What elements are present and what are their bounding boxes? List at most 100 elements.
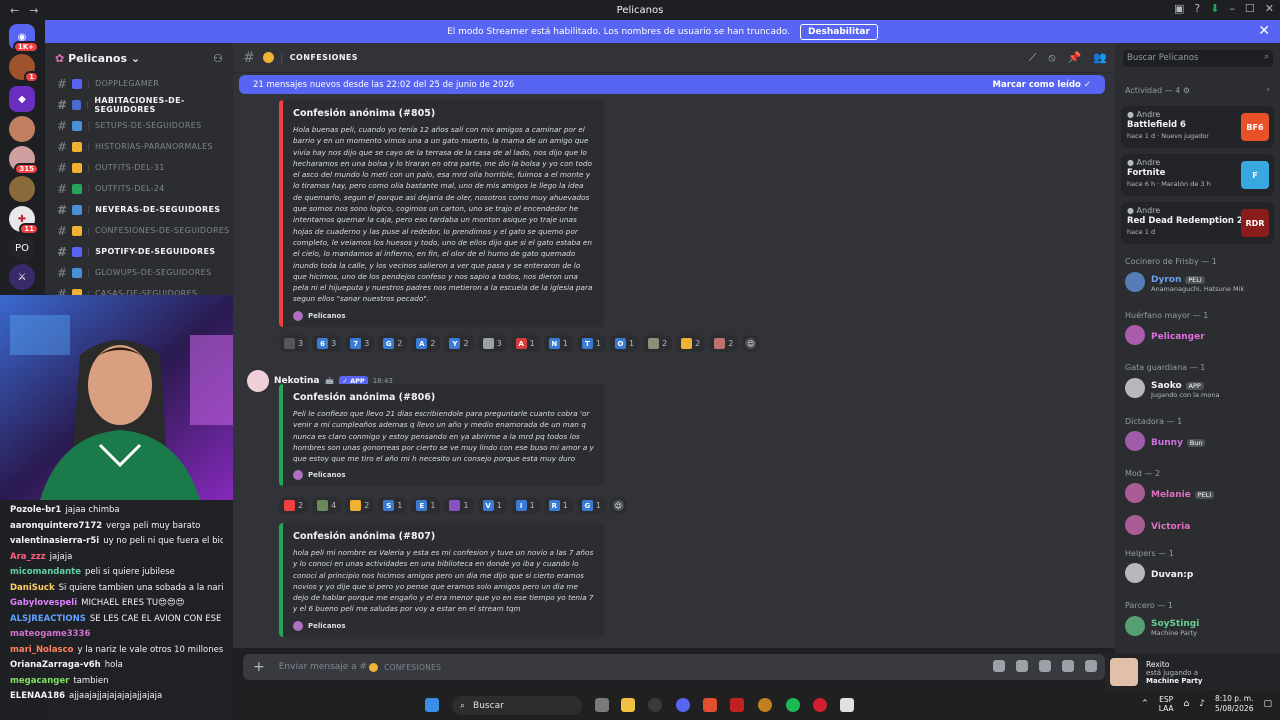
- activity-card[interactable]: ● Andre Fortnite hace 6 h · Maratón de 3 h…: [1121, 154, 1274, 196]
- reaction-chip[interactable]: 4: [312, 497, 342, 514]
- gear-icon[interactable]: ⚙: [1183, 86, 1190, 95]
- spotify-icon[interactable]: [786, 698, 800, 712]
- sticker-icon[interactable]: [1039, 660, 1051, 672]
- member-item[interactable]: Victoria: [1125, 515, 1190, 535]
- channel-item[interactable]: # | CONFESIONES-DE-SEGUIDORES: [45, 220, 233, 241]
- discord-icon[interactable]: [676, 698, 690, 712]
- gift-icon[interactable]: [993, 660, 1005, 672]
- reaction-chip[interactable]: O1: [609, 335, 640, 352]
- chat-username[interactable]: mateogame3336: [10, 629, 90, 639]
- task-view-icon[interactable]: [595, 698, 609, 712]
- member-item[interactable]: Melanie PELI: [1125, 483, 1215, 503]
- chat-username[interactable]: ELENAA186: [10, 691, 65, 701]
- message-composer[interactable]: + Enviar mensaje a # CONFESIONES: [243, 654, 1105, 680]
- member-item[interactable]: SoyStingi Machine Party: [1125, 615, 1199, 637]
- member-search-input[interactable]: Buscar Pelicanos ⌕: [1123, 50, 1273, 67]
- channel-item[interactable]: # | DOPPLEGAMER: [45, 73, 233, 94]
- member-item[interactable]: Saoko APP Jugando con la mona: [1125, 377, 1219, 399]
- apps-icon[interactable]: [1085, 660, 1097, 672]
- reaction-chip[interactable]: 1: [444, 497, 474, 514]
- reaction-chip[interactable]: 2: [676, 335, 706, 352]
- taskbar-clock[interactable]: 8:10 p. m. 5/08/2026: [1215, 694, 1253, 714]
- reaction-chip[interactable]: A2: [411, 335, 441, 352]
- chat-username[interactable]: megacanger: [10, 676, 69, 686]
- help-icon[interactable]: ?: [1194, 2, 1200, 15]
- reaction-chip[interactable]: 2: [643, 335, 673, 352]
- app-icon[interactable]: [648, 698, 662, 712]
- add-reaction-button[interactable]: ☺: [742, 335, 760, 352]
- chat-username[interactable]: DaniSuck: [10, 583, 55, 593]
- reaction-chip[interactable]: G1: [576, 497, 606, 514]
- chat-username[interactable]: OrianaZarraga-v6h: [10, 660, 101, 670]
- download-icon[interactable]: ⬇: [1210, 2, 1219, 15]
- reaction-chip[interactable]: Y2: [444, 335, 474, 352]
- reaction-chip[interactable]: 2: [345, 497, 375, 514]
- channel-item[interactable]: # | SPOTIFY-DE-SEGUIDORES: [45, 241, 233, 262]
- attach-plus-icon[interactable]: +: [253, 659, 265, 675]
- channel-item[interactable]: # | OUTFITS-DEL-24: [45, 178, 233, 199]
- reaction-chip[interactable]: A1: [510, 335, 540, 352]
- app-icon[interactable]: [813, 698, 827, 712]
- member-item[interactable]: Pelicanger: [1125, 325, 1205, 345]
- reaction-chip[interactable]: 3: [477, 335, 507, 352]
- reaction-chip[interactable]: V1: [477, 497, 507, 514]
- reaction-chip[interactable]: S1: [378, 497, 408, 514]
- reaction-chip[interactable]: 3: [279, 335, 309, 352]
- server-header[interactable]: ✿ Pelicanos ⌄ ⚇: [45, 43, 233, 73]
- gif-icon[interactable]: [1016, 660, 1028, 672]
- chat-username[interactable]: micomandante: [10, 567, 81, 577]
- app-icon[interactable]: [840, 698, 854, 712]
- chat-username[interactable]: Ara_zzz: [10, 552, 46, 562]
- channel-item[interactable]: # | HABITACIONES-DE-SEGUIDORES: [45, 94, 233, 115]
- app-icon[interactable]: [730, 698, 744, 712]
- channel-item[interactable]: # | GLOWUPS-DE-SEGUIDORES: [45, 262, 233, 283]
- activity-popup[interactable]: Rexito está jugando a Machine Party: [1105, 653, 1280, 691]
- new-messages-bar[interactable]: 21 mensajes nuevos desde las 22:02 del 2…: [239, 75, 1105, 94]
- mute-bell-icon[interactable]: ⦸: [1048, 51, 1055, 65]
- server-icon[interactable]: ⚔: [9, 264, 35, 290]
- brave-icon[interactable]: [703, 698, 717, 712]
- avatar[interactable]: [247, 370, 269, 392]
- minimize-button[interactable]: –: [1229, 2, 1235, 15]
- channel-item[interactable]: # | SETUPS-DE-SEGUIDORES: [45, 115, 233, 136]
- reaction-chip[interactable]: E1: [411, 497, 441, 514]
- reaction-chip[interactable]: 73: [345, 335, 375, 352]
- tray-expand-icon[interactable]: ⌃: [1141, 699, 1149, 709]
- reaction-chip[interactable]: I1: [510, 497, 540, 514]
- server-icon[interactable]: ◆: [9, 86, 35, 112]
- app-icon[interactable]: [758, 698, 772, 712]
- member-item[interactable]: Dyron PELI Anamanaguchi, Hatsune Mik: [1125, 271, 1244, 293]
- channel-item[interactable]: # | OUTFITS-DEL-31: [45, 157, 233, 178]
- notification-icon[interactable]: ▢: [1263, 699, 1272, 709]
- activity-card[interactable]: ● Andre Battlefield 6 hace 1 d · Nuevo jug…: [1121, 106, 1274, 148]
- member-item[interactable]: Duvan:p: [1125, 563, 1193, 583]
- server-icon[interactable]: [9, 176, 35, 202]
- reaction-chip[interactable]: 2: [279, 497, 309, 514]
- windows-start-icon[interactable]: [425, 698, 439, 712]
- taskbar-search[interactable]: ⌕ Buscar: [452, 696, 582, 715]
- server-icon-po[interactable]: PO: [9, 235, 35, 261]
- reaction-chip[interactable]: G2: [378, 335, 408, 352]
- volume-icon[interactable]: ♪: [1199, 699, 1205, 709]
- server-icon[interactable]: 1: [9, 54, 39, 83]
- threads-icon[interactable]: ⟋: [1029, 51, 1037, 65]
- member-list-icon[interactable]: 👥: [1093, 51, 1107, 65]
- reaction-chip[interactable]: T1: [576, 335, 606, 352]
- chat-username[interactable]: valentinasierra-r5i: [10, 536, 99, 546]
- home-icon[interactable]: ◉ 1K+: [9, 24, 39, 53]
- server-icon[interactable]: 315: [9, 146, 39, 175]
- reaction-chip[interactable]: 2: [709, 335, 739, 352]
- channel-item[interactable]: # | HISTORIAS-PARANORMALES: [45, 136, 233, 157]
- channel-item[interactable]: # | NEVERAS-DE-SEGUIDORES: [45, 199, 233, 220]
- network-icon[interactable]: ⌂: [1184, 699, 1190, 709]
- reaction-chip[interactable]: R1: [543, 497, 573, 514]
- activity-card[interactable]: ● Andre Red Dead Redemption 2 hace 1 d RDR: [1121, 202, 1274, 244]
- server-icon[interactable]: ✚ 11: [9, 206, 39, 235]
- chat-username[interactable]: ALSJREACTIONS: [10, 614, 86, 624]
- emoji-icon[interactable]: [1062, 660, 1074, 672]
- disable-streamer-button[interactable]: Deshabilitar: [799, 23, 878, 40]
- reaction-chip[interactable]: 63: [312, 335, 342, 352]
- language-indicator[interactable]: ESP LAA: [1159, 695, 1174, 713]
- chat-username[interactable]: aaronquintero7172: [10, 521, 102, 531]
- banner-close-icon[interactable]: ✕: [1258, 23, 1270, 39]
